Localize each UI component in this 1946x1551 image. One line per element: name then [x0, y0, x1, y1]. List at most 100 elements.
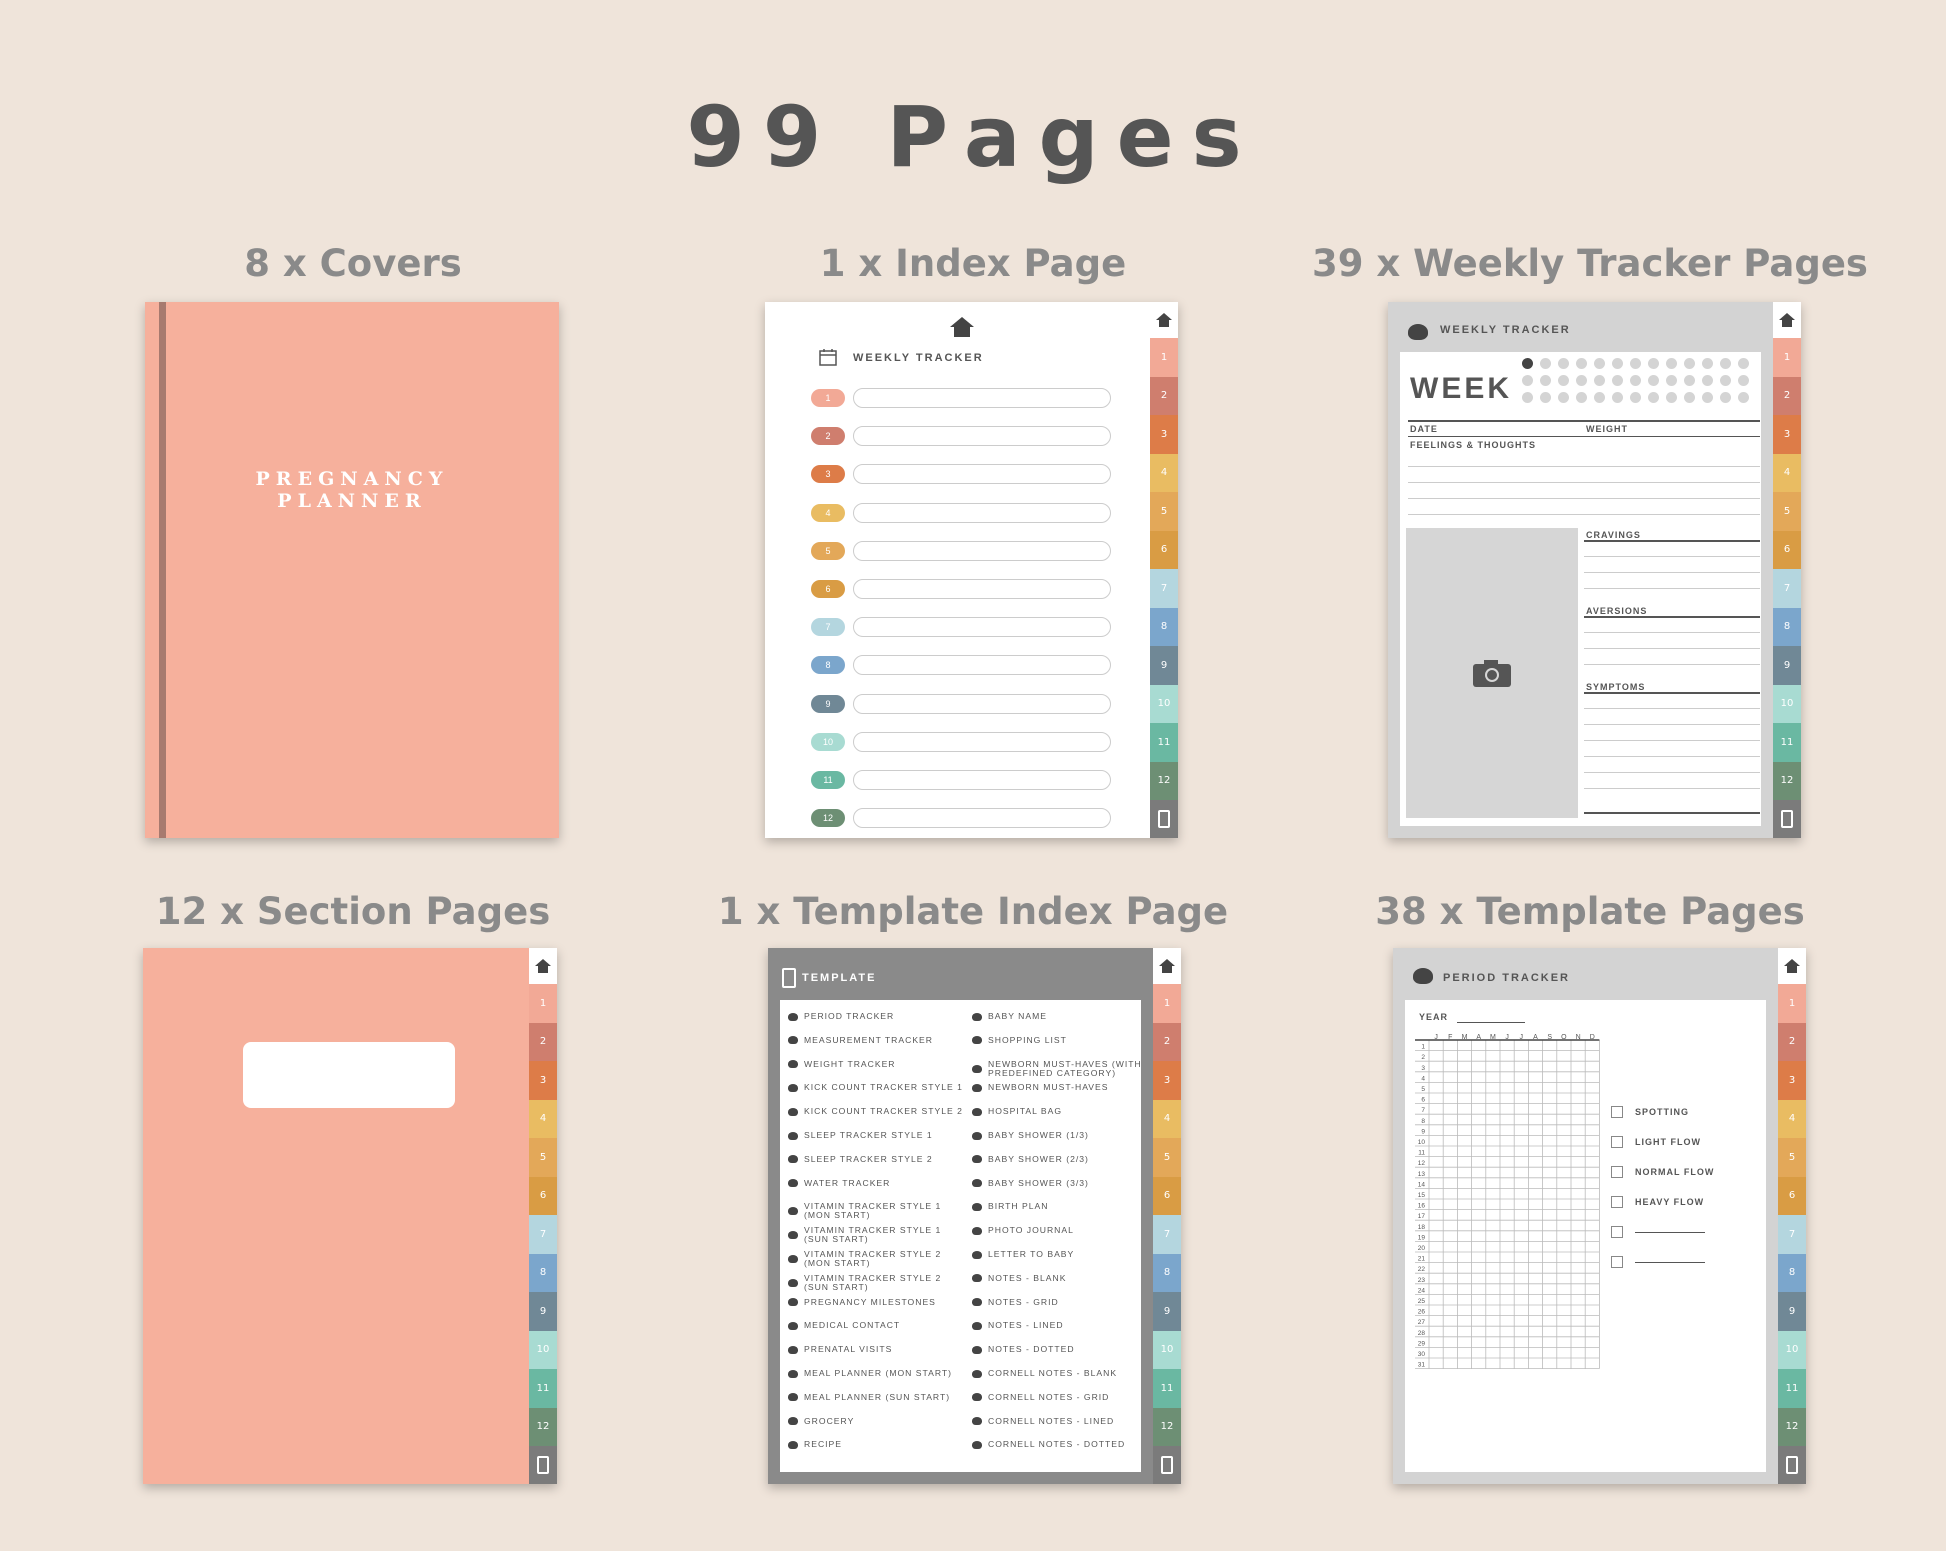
index-entry-field[interactable] [853, 693, 1111, 714]
week-dot[interactable] [1648, 375, 1659, 386]
tab-section-5[interactable]: 5 [1773, 492, 1801, 531]
template-link[interactable]: CORNELL NOTES - GRID [972, 1392, 1150, 1402]
week-dot[interactable] [1522, 392, 1533, 403]
custom-flow-line[interactable] [1635, 1231, 1705, 1233]
tab-section-1[interactable]: 1 [529, 984, 557, 1023]
tab-section-6[interactable]: 6 [529, 1176, 557, 1215]
index-entry-field[interactable] [853, 502, 1111, 523]
template-link[interactable]: BABY SHOWER (2/3) [972, 1154, 1150, 1164]
template-link[interactable]: NEWBORN MUST-HAVES (WITH PREDEFINED CATE… [972, 1059, 1150, 1078]
week-dot[interactable] [1738, 392, 1749, 403]
template-link[interactable]: KICK COUNT TRACKER STYLE 2 [788, 1107, 966, 1116]
week-dot[interactable] [1558, 392, 1569, 403]
tab-section-9[interactable]: 9 [1153, 1292, 1181, 1331]
tab-section-7[interactable]: 7 [1773, 569, 1801, 608]
week-dot[interactable] [1702, 358, 1713, 369]
template-link[interactable]: BABY NAME [972, 1012, 1150, 1021]
tab-section-1[interactable]: 1 [1153, 984, 1181, 1023]
week-dot[interactable] [1594, 358, 1605, 369]
tab-section-8[interactable]: 8 [529, 1253, 557, 1292]
tab-section-10[interactable]: 10 [529, 1330, 557, 1369]
index-entry-field[interactable] [853, 617, 1111, 638]
flow-checkbox[interactable] [1611, 1226, 1623, 1238]
week-dot[interactable] [1612, 375, 1623, 386]
template-link[interactable]: PERIOD TRACKER [788, 1012, 966, 1021]
template-link[interactable]: RECIPE [788, 1440, 966, 1449]
index-entry-field[interactable] [853, 731, 1111, 752]
tab-section-3[interactable]: 3 [1150, 415, 1178, 454]
tab-section-9[interactable]: 9 [1778, 1292, 1806, 1331]
week-dot[interactable] [1522, 375, 1533, 386]
tab-section-7[interactable]: 7 [1778, 1215, 1806, 1254]
week-dot[interactable] [1630, 358, 1641, 369]
week-dot[interactable] [1558, 375, 1569, 386]
tab-section-8[interactable]: 8 [1153, 1253, 1181, 1292]
week-dot[interactable] [1666, 358, 1677, 369]
tab-section-5[interactable]: 5 [529, 1138, 557, 1177]
index-row[interactable]: 6 [811, 579, 1111, 599]
tab-section-1[interactable]: 1 [1778, 984, 1806, 1023]
template-link[interactable]: BIRTH PLAN [972, 1202, 1150, 1211]
tab-templates[interactable] [529, 1446, 557, 1484]
tab-templates[interactable] [1153, 1446, 1181, 1484]
template-link[interactable]: BABY SHOWER (3/3) [972, 1178, 1150, 1188]
tab-templates[interactable] [1150, 800, 1178, 838]
flow-checkbox[interactable] [1611, 1196, 1623, 1208]
template-link[interactable]: MEASUREMENT TRACKER [788, 1035, 966, 1045]
flow-checkbox[interactable] [1611, 1136, 1623, 1148]
template-link[interactable]: CORNELL NOTES - DOTTED [972, 1440, 1150, 1449]
tab-section-4[interactable]: 4 [529, 1099, 557, 1138]
flow-checkbox[interactable] [1611, 1106, 1623, 1118]
week-dot[interactable] [1594, 392, 1605, 403]
tab-section-8[interactable]: 8 [1778, 1253, 1806, 1292]
tab-home[interactable] [1778, 948, 1806, 984]
template-link[interactable]: BABY SHOWER (1/3) [972, 1131, 1150, 1140]
template-link[interactable]: PREGNANCY MILESTONES [788, 1297, 966, 1307]
tab-section-12[interactable]: 12 [1773, 761, 1801, 800]
tab-section-12[interactable]: 12 [529, 1407, 557, 1446]
tab-section-1[interactable]: 1 [1773, 338, 1801, 377]
tab-section-2[interactable]: 2 [1778, 1022, 1806, 1061]
week-dot[interactable] [1540, 375, 1551, 386]
template-link[interactable]: GROCERY [788, 1416, 966, 1426]
photo-placeholder[interactable] [1406, 528, 1578, 818]
template-link[interactable]: VITAMIN TRACKER STYLE 2 (MON START) [788, 1250, 966, 1268]
tab-section-3[interactable]: 3 [1153, 1061, 1181, 1100]
tab-section-4[interactable]: 4 [1773, 453, 1801, 492]
template-link[interactable]: CORNELL NOTES - LINED [972, 1416, 1150, 1426]
tab-home[interactable] [1153, 948, 1181, 984]
index-entry-field[interactable] [853, 808, 1111, 829]
tab-section-11[interactable]: 11 [1150, 723, 1178, 762]
week-dot[interactable] [1612, 358, 1623, 369]
index-entry-field[interactable] [853, 770, 1111, 790]
template-link[interactable]: PRENATAL VISITS [788, 1345, 966, 1354]
tab-section-2[interactable]: 2 [1153, 1022, 1181, 1061]
template-link[interactable]: WEIGHT TRACKER [788, 1059, 966, 1069]
flow-checkbox[interactable] [1611, 1256, 1623, 1268]
index-row[interactable]: 10 [811, 731, 1111, 752]
index-row[interactable]: 3 [811, 464, 1111, 485]
tab-section-11[interactable]: 11 [1778, 1369, 1806, 1408]
week-dot[interactable] [1720, 392, 1731, 403]
tab-section-10[interactable]: 10 [1778, 1330, 1806, 1369]
template-link[interactable]: LETTER TO BABY [972, 1250, 1150, 1259]
template-link[interactable]: WATER TRACKER [788, 1178, 966, 1188]
template-link[interactable]: SLEEP TRACKER STYLE 2 [788, 1154, 966, 1164]
tab-section-8[interactable]: 8 [1773, 607, 1801, 646]
tab-section-10[interactable]: 10 [1773, 684, 1801, 723]
week-dot[interactable] [1720, 375, 1731, 386]
template-link[interactable]: MEDICAL CONTACT [788, 1321, 966, 1330]
week-dot[interactable] [1558, 358, 1569, 369]
index-row[interactable]: 8 [811, 655, 1111, 676]
week-dot[interactable] [1702, 375, 1713, 386]
template-link[interactable]: VITAMIN TRACKER STYLE 1 (SUN START) [788, 1226, 966, 1244]
tab-section-11[interactable]: 11 [1153, 1369, 1181, 1408]
template-link[interactable]: NOTES - DOTTED [972, 1345, 1150, 1354]
tab-section-12[interactable]: 12 [1778, 1407, 1806, 1446]
tab-templates[interactable] [1773, 800, 1801, 838]
template-link[interactable]: NOTES - BLANK [972, 1273, 1150, 1283]
template-link[interactable]: NEWBORN MUST-HAVES [972, 1083, 1150, 1092]
tab-home[interactable] [1150, 302, 1178, 338]
index-row[interactable]: 1 [811, 388, 1111, 408]
week-dot[interactable] [1666, 375, 1677, 386]
